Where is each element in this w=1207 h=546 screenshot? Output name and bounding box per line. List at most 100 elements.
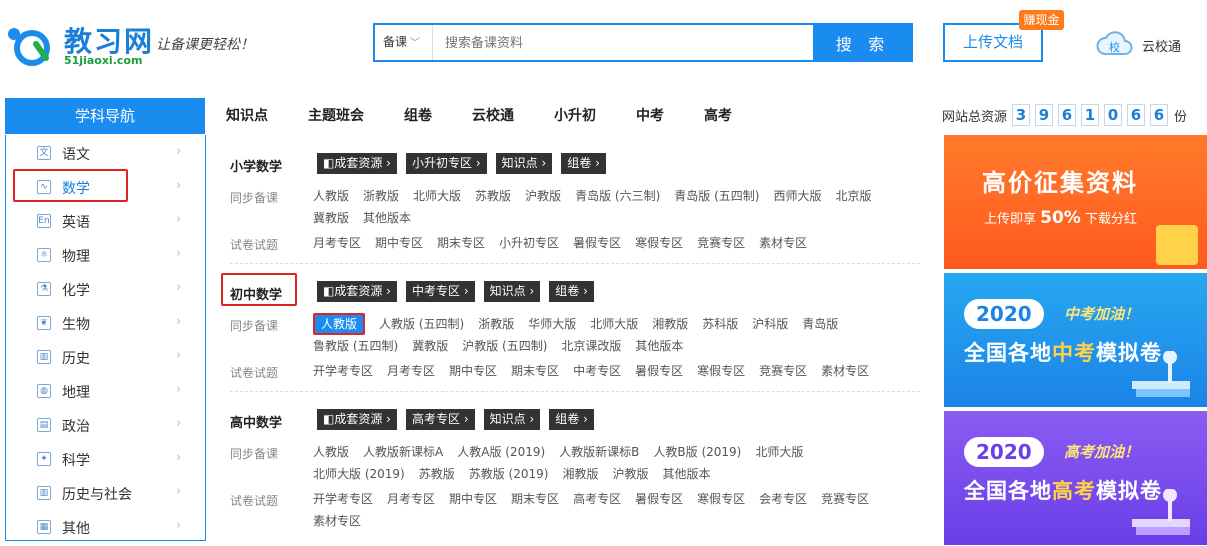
edition-link[interactable]: 苏教版 (2019) xyxy=(469,463,549,485)
exam-link[interactable]: 月考专区 xyxy=(313,232,361,254)
edition-link[interactable]: 人教A版 (2019) xyxy=(457,441,545,463)
exam-link[interactable]: 月考专区 xyxy=(387,360,435,382)
site-logo[interactable]: 教习网 51jiaoxi.com 让备课更轻松！ xyxy=(6,20,266,70)
edition-link[interactable]: 人教版 (五四制) xyxy=(379,313,464,335)
tab-primary-to-middle[interactable]: 小升初 xyxy=(554,98,596,134)
exam-link[interactable]: 中考专区 xyxy=(573,360,621,382)
chip-compose[interactable]: 组卷 › xyxy=(561,153,606,174)
exam-link[interactable]: 会考专区 xyxy=(759,488,807,510)
exam-link[interactable]: 寒假专区 xyxy=(697,488,745,510)
chip-zone[interactable]: 高考专区 › xyxy=(405,409,475,430)
edition-link[interactable]: 人教版新课标B xyxy=(559,441,639,463)
exam-link[interactable]: 素材专区 xyxy=(821,360,869,382)
edition-link[interactable]: 青岛版 xyxy=(802,313,838,335)
exam-link[interactable]: 竞赛专区 xyxy=(821,488,869,510)
exam-link[interactable]: 期中专区 xyxy=(375,232,423,254)
edition-link[interactable]: 冀教版 xyxy=(313,207,349,229)
exam-link[interactable]: 期末专区 xyxy=(437,232,485,254)
cloud-school-icon[interactable]: 校 xyxy=(1095,28,1135,60)
edition-link[interactable]: 沪教版 xyxy=(612,463,648,485)
exam-link[interactable]: 开学考专区 xyxy=(313,488,373,510)
edition-link[interactable]: 青岛版 (六三制) xyxy=(575,185,660,207)
edition-link[interactable]: 人教版 xyxy=(313,185,349,207)
edition-link[interactable]: 北师大版 xyxy=(755,441,803,463)
exam-link[interactable]: 素材专区 xyxy=(759,232,807,254)
banner-zhongkao-mock[interactable]: 2020 中考加油！ 全国各地中考模拟卷 xyxy=(944,273,1207,407)
sidebar-item-biology[interactable]: ❦ 生物 › xyxy=(6,306,205,340)
sidebar-item-politics[interactable]: ▤ 政治 › xyxy=(6,408,205,442)
edition-link[interactable]: 沪科版 xyxy=(752,313,788,335)
edition-link[interactable]: 沪教版 (五四制) xyxy=(462,335,547,357)
search-scope-select[interactable]: 备课 ﹀ xyxy=(375,25,433,60)
sidebar-item-geography[interactable]: ◍ 地理 › xyxy=(6,374,205,408)
exam-link[interactable]: 期末专区 xyxy=(511,360,559,382)
search-button[interactable]: 搜 索 xyxy=(813,23,913,62)
cloud-school-link[interactable]: 云校通 xyxy=(1142,36,1181,55)
chip-bundle[interactable]: ◧成套资源 › xyxy=(317,281,397,302)
edition-link[interactable]: 北师大版 xyxy=(590,313,638,335)
chip-zone[interactable]: 小升初专区 › xyxy=(405,153,487,174)
search-input[interactable] xyxy=(435,25,815,60)
sidebar-item-other[interactable]: ▦ 其他 › xyxy=(6,510,205,544)
edition-link[interactable]: 人教B版 (2019) xyxy=(653,441,741,463)
edition-link[interactable]: 人教版 xyxy=(313,441,349,463)
edition-link[interactable]: 北师大版 xyxy=(413,185,461,207)
tab-zhongkao[interactable]: 中考 xyxy=(636,98,664,134)
chip-bundle[interactable]: ◧成套资源 › xyxy=(317,153,397,174)
subject-nav-title[interactable]: 学科导航 xyxy=(5,98,205,134)
exam-link[interactable]: 小升初专区 xyxy=(499,232,559,254)
edition-link[interactable]: 青岛版 (五四制) xyxy=(674,185,759,207)
exam-link[interactable]: 寒假专区 xyxy=(697,360,745,382)
edition-link[interactable]: 华师大版 xyxy=(528,313,576,335)
edition-link[interactable]: 其他版本 xyxy=(662,463,710,485)
exam-link[interactable]: 暑假专区 xyxy=(573,232,621,254)
chip-knowledge[interactable]: 知识点 › xyxy=(483,409,541,430)
edition-link-selected[interactable]: 人教版 xyxy=(313,313,366,335)
edition-link[interactable]: 苏教版 xyxy=(419,463,455,485)
exam-link[interactable]: 开学考专区 xyxy=(313,360,373,382)
chip-compose[interactable]: 组卷 › xyxy=(549,281,594,302)
exam-link[interactable]: 竞赛专区 xyxy=(697,232,745,254)
exam-link[interactable]: 月考专区 xyxy=(387,488,435,510)
exam-link[interactable]: 期中专区 xyxy=(449,488,497,510)
tab-knowledge[interactable]: 知识点 xyxy=(226,98,268,134)
sidebar-item-history-society[interactable]: ▥ 历史与社会 › xyxy=(6,476,205,510)
edition-link[interactable]: 冀教版 xyxy=(412,335,448,357)
exam-link[interactable]: 期末专区 xyxy=(511,488,559,510)
banner-gaokao-mock[interactable]: 2020 高考加油！ 全国各地高考模拟卷 xyxy=(944,411,1207,545)
sidebar-item-physics[interactable]: ⚛ 物理 › xyxy=(6,238,205,272)
chip-knowledge[interactable]: 知识点 › xyxy=(483,281,541,302)
sidebar-item-chemistry[interactable]: ⚗ 化学 › xyxy=(6,272,205,306)
chip-compose[interactable]: 组卷 › xyxy=(549,409,594,430)
edition-link[interactable]: 北京版 xyxy=(835,185,871,207)
sidebar-item-history[interactable]: ▥ 历史 › xyxy=(6,340,205,374)
edition-link[interactable]: 其他版本 xyxy=(363,207,411,229)
edition-link[interactable]: 鲁教版 (五四制) xyxy=(313,335,398,357)
exam-link[interactable]: 素材专区 xyxy=(313,510,361,532)
edition-link[interactable]: 湘教版 xyxy=(562,463,598,485)
exam-link[interactable]: 暑假专区 xyxy=(635,488,683,510)
tab-cloud-school[interactable]: 云校通 xyxy=(472,98,514,134)
edition-link[interactable]: 苏教版 xyxy=(475,185,511,207)
edition-link[interactable]: 浙教版 xyxy=(363,185,399,207)
exam-link[interactable]: 期中专区 xyxy=(449,360,497,382)
edition-link[interactable]: 北京课改版 xyxy=(561,335,621,357)
banner-collect-resources[interactable]: 高价征集资料 上传即享 50% 下载分红 xyxy=(944,135,1207,269)
edition-link[interactable]: 西师大版 xyxy=(773,185,821,207)
sidebar-item-science[interactable]: ✦ 科学 › xyxy=(6,442,205,476)
exam-link[interactable]: 竞赛专区 xyxy=(759,360,807,382)
edition-link[interactable]: 沪教版 xyxy=(525,185,561,207)
edition-link[interactable]: 苏科版 xyxy=(702,313,738,335)
tab-compose-paper[interactable]: 组卷 xyxy=(404,98,432,134)
edition-link[interactable]: 浙教版 xyxy=(478,313,514,335)
edition-link[interactable]: 人教版新课标A xyxy=(363,441,443,463)
tab-gaokao[interactable]: 高考 xyxy=(704,98,732,134)
sidebar-item-chinese[interactable]: 文语文 › xyxy=(6,136,205,170)
edition-link[interactable]: 其他版本 xyxy=(635,335,683,357)
edition-link[interactable]: 湘教版 xyxy=(652,313,688,335)
tab-class-meeting[interactable]: 主题班会 xyxy=(308,98,364,134)
sidebar-item-english[interactable]: En 英语 › xyxy=(6,204,205,238)
chip-bundle[interactable]: ◧成套资源 › xyxy=(317,409,397,430)
exam-link[interactable]: 寒假专区 xyxy=(635,232,683,254)
edition-link[interactable]: 北师大版 (2019) xyxy=(313,463,405,485)
